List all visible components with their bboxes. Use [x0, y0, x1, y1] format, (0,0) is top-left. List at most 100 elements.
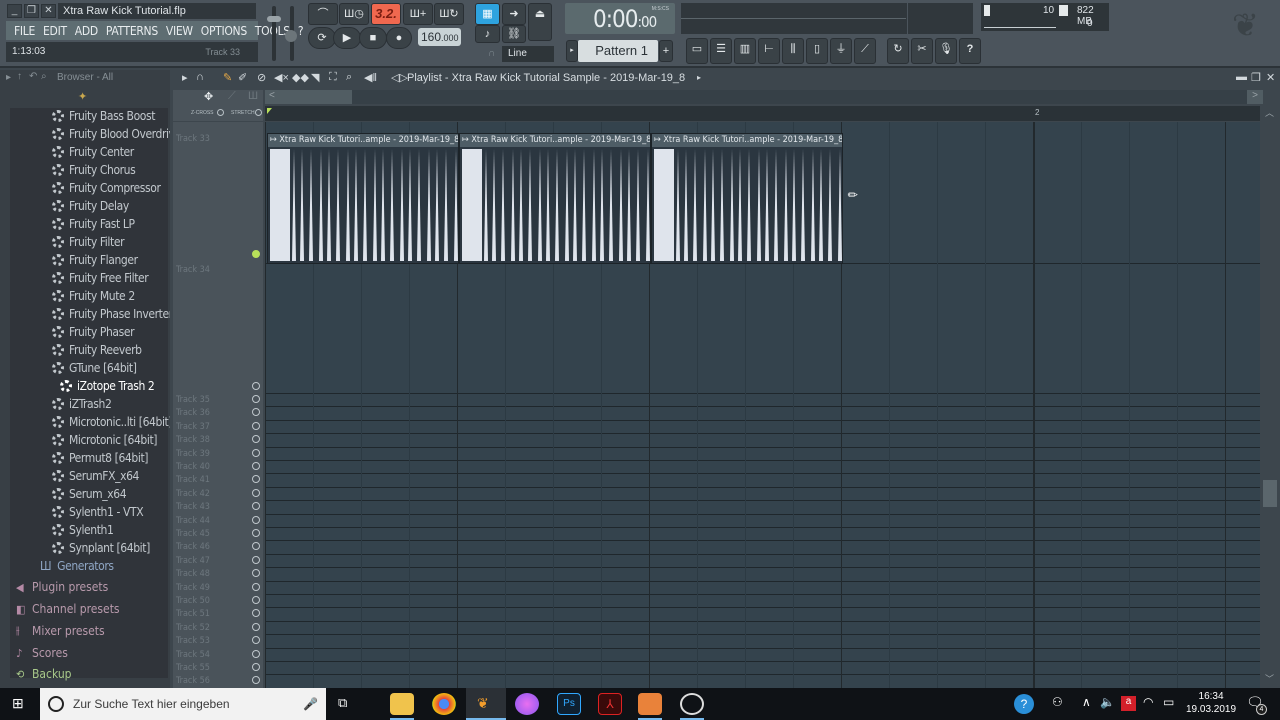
search-icon[interactable]: ⌕ — [41, 71, 47, 82]
track-name-label[interactable]: Track 35 — [176, 395, 210, 405]
clip-header[interactable]: ↦ Xtra Raw Kick Tutori..ample - 2019-Mar… — [460, 134, 650, 147]
wait-for-input-button[interactable]: Ш◷ — [339, 3, 369, 25]
song-time-display[interactable]: 0:00:00 M:S:CS — [565, 3, 675, 34]
track-mute-toggle[interactable] — [252, 502, 260, 511]
timeline-ruler[interactable]: 2 — [265, 106, 1260, 121]
track-mute-toggle[interactable] — [252, 462, 260, 470]
step-seq-button[interactable]: ♪ — [475, 25, 500, 43]
browser-waveform-icon[interactable]: ✦ — [78, 90, 87, 103]
battery-icon[interactable]: ▭ — [1163, 695, 1174, 709]
track-name-label[interactable]: Track 40 — [176, 462, 210, 472]
category-plugin-presets[interactable]: ◀ Plugin presets — [16, 576, 108, 598]
up-arrow-icon[interactable]: ↑ — [17, 71, 22, 82]
close-button[interactable]: ✕ — [41, 4, 56, 18]
undo-icon[interactable]: ↶ — [29, 71, 37, 82]
track-mute-toggle[interactable] — [252, 408, 260, 417]
vertical-scroll-thumb[interactable] — [1263, 480, 1277, 507]
track-mute-toggle[interactable] — [252, 382, 260, 390]
menu-edit[interactable]: EDIT — [39, 24, 71, 38]
browser-plugin-item[interactable]: Microtonic..lti [64bit] — [52, 413, 173, 431]
playlist-minimize-button[interactable]: ▬ — [1236, 71, 1247, 83]
channel-rack-button[interactable]: ☰ — [710, 38, 732, 64]
menu-view[interactable]: VIEW — [162, 24, 197, 38]
browser-plugin-item[interactable]: Microtonic [64bit] — [52, 431, 158, 449]
taskbar-clock[interactable]: 16:34 19.03.2019 — [1186, 690, 1236, 716]
menu-options[interactable]: OPTIONS — [197, 24, 251, 38]
minimize-button[interactable]: _ — [7, 4, 22, 18]
track-name-label[interactable]: Track 47 — [176, 556, 210, 566]
category-channel-presets[interactable]: ◧ Channel presets — [16, 598, 120, 620]
track-name-label[interactable]: Track 46 — [176, 542, 210, 552]
master-pitch-slider[interactable] — [285, 6, 297, 61]
browser-plugin-item[interactable]: Synplant [64bit] — [52, 539, 150, 557]
link-button[interactable]: ⛓ — [502, 25, 526, 43]
track-mute-toggle[interactable] — [252, 421, 260, 430]
browser-plugin-item[interactable]: Fruity Compressor — [52, 179, 161, 197]
clip-menu-icon[interactable]: ↦ — [270, 135, 279, 145]
browser-plugin-item[interactable]: Fruity Fast LP — [52, 215, 135, 233]
scroll-down-icon[interactable]: ﹀ — [1265, 672, 1274, 685]
track-name-label[interactable]: Track 42 — [176, 489, 210, 499]
record-button[interactable]: ● — [386, 27, 412, 49]
taskbar-itunes-icon[interactable] — [515, 693, 539, 715]
track-mute-toggle[interactable] — [252, 582, 260, 591]
browser-plugin-item[interactable]: Fruity Filter — [52, 233, 125, 251]
snap-select[interactable]: Line — [502, 46, 554, 62]
taskbar-fl-studio-active[interactable]: ❦ — [466, 688, 506, 720]
plugin-database-button[interactable]: ⏚ — [830, 38, 852, 64]
pattern-menu-arrow[interactable]: ▸ — [566, 40, 578, 62]
track-name-label[interactable]: Track 33 — [176, 134, 210, 144]
step-edit-button[interactable]: Ш+ — [403, 3, 433, 25]
track-name-label[interactable]: Track 56 — [176, 676, 210, 686]
track-name-label[interactable]: Track 45 — [176, 529, 210, 539]
keys-icon[interactable]: Ш — [248, 90, 258, 102]
playlist-window-button[interactable]: ▭ — [686, 38, 708, 64]
browser-plugin-item[interactable]: Fruity Chorus — [52, 161, 136, 179]
track-mute-toggle[interactable] — [252, 569, 260, 578]
browser-plugin-item[interactable]: Fruity Free Filter — [52, 269, 149, 287]
track-mute-toggle[interactable] — [252, 636, 260, 645]
browser-plugin-item[interactable]: Fruity Phaser — [52, 323, 135, 341]
scroll-right-button[interactable]: > — [1247, 90, 1263, 104]
track-name-label[interactable]: Track 43 — [176, 502, 210, 512]
taskbar-photoshop-icon[interactable]: Ps — [557, 693, 581, 715]
browser-plugin-item[interactable]: Serum_x64 — [52, 485, 127, 503]
people-icon[interactable]: ⚇ — [1052, 695, 1063, 709]
browser-plugin-item[interactable]: Permut8 [64bit] — [52, 449, 148, 467]
browser-plugin-item[interactable]: Fruity Flanger — [52, 251, 138, 269]
track-mute-toggle[interactable] — [252, 250, 260, 258]
track-name-label[interactable]: Track 54 — [176, 650, 210, 660]
taskbar-search-input[interactable]: Zur Suche Text hier eingeben 🎤 — [40, 688, 326, 720]
browser-menu-arrow[interactable]: ▸ — [6, 72, 11, 83]
track-name-label[interactable]: Track 34 — [176, 265, 210, 275]
record-audio-button[interactable]: 🎙 — [935, 38, 957, 64]
main-volume-knob[interactable]: ⏏ — [528, 3, 552, 41]
menu-add[interactable]: ADD — [71, 24, 102, 38]
loop-toggle-button[interactable]: ⟳ — [308, 27, 336, 49]
playback-tool-icon[interactable]: ◀‖ — [364, 71, 377, 84]
track-mute-toggle[interactable] — [252, 515, 260, 524]
category-scores[interactable]: ♪ Scores — [16, 642, 68, 664]
audio-clip[interactable]: ↦ Xtra Raw Kick Tutori..ample - 2019-Mar… — [267, 133, 459, 264]
category-mixer-presets[interactable]: ⫲ Mixer presets — [16, 620, 105, 642]
scroll-up-icon[interactable]: ︿ — [1265, 106, 1274, 119]
slip-tool-icon[interactable]: ◆◆ — [292, 71, 309, 84]
browser-plugin-item[interactable]: Fruity Reeverb — [52, 341, 142, 359]
category-backup[interactable]: ⟲ Backup — [16, 663, 72, 685]
browser-plugin-item[interactable]: Fruity Phase Inverter — [52, 305, 173, 323]
select-tool-icon[interactable]: ⛶ — [329, 71, 337, 84]
playhead-marker[interactable] — [267, 108, 272, 114]
stretch-toggle[interactable] — [255, 109, 262, 116]
track-name-label[interactable]: Track 51 — [176, 609, 210, 619]
browser-plugin-item[interactable]: Fruity Delay — [52, 197, 129, 215]
wifi-icon[interactable]: ◠ — [1143, 695, 1153, 709]
tray-expand-icon[interactable]: ∧ — [1082, 695, 1091, 709]
plugin-picker-button[interactable]: ⟋ — [854, 38, 876, 64]
playlist-follow-button[interactable]: ➜ — [502, 3, 526, 25]
clip-menu-icon[interactable]: ↦ — [654, 135, 663, 145]
restore-button[interactable]: ❐ — [24, 4, 39, 18]
track-mute-toggle[interactable] — [252, 596, 260, 604]
zcross-toggle[interactable] — [217, 109, 224, 116]
track-name-label[interactable]: Track 36 — [176, 408, 210, 418]
track-mute-toggle[interactable] — [252, 663, 260, 671]
